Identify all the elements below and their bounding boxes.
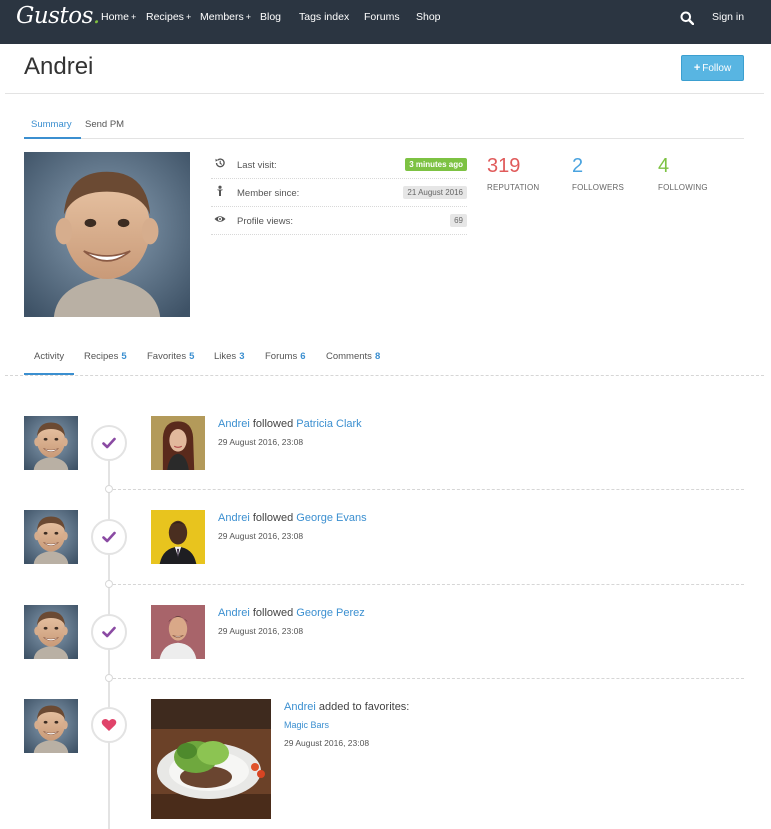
timeline-marker xyxy=(91,425,127,461)
nav-item-recipes[interactable]: Recipes + xyxy=(146,11,191,23)
target-link[interactable]: Magic Bars xyxy=(284,720,329,730)
following-label[interactable]: FOLLOWING xyxy=(658,183,708,192)
patricia-clark-avatar[interactable] xyxy=(151,416,205,470)
timeline-date: 29 August 2016, 23:08 xyxy=(218,626,304,636)
tab-forums[interactable]: Forums 6 xyxy=(265,351,306,362)
person-icon xyxy=(217,185,223,196)
info-label: Profile views: xyxy=(237,216,293,227)
timeline-date: 29 August 2016, 23:08 xyxy=(218,531,304,541)
target-link[interactable]: George Perez xyxy=(296,607,364,619)
timeline-text: Andrei added to favorites: xyxy=(284,701,410,713)
george-perez-avatar[interactable] xyxy=(151,605,205,659)
tab-likes[interactable]: Likes 3 xyxy=(214,351,244,362)
followers-value[interactable]: 2 xyxy=(572,155,583,178)
actor-link[interactable]: Andrei xyxy=(218,512,250,524)
tab-send-pm[interactable]: Send PM xyxy=(85,119,124,130)
reputation-label: REPUTATION xyxy=(487,183,540,192)
actor-link[interactable]: Andrei xyxy=(218,418,250,430)
timeline-marker xyxy=(91,707,127,743)
header-divider xyxy=(5,93,764,94)
timeline-avatar[interactable] xyxy=(24,605,78,659)
subtab-divider xyxy=(24,138,744,139)
timeline-date: 29 August 2016, 23:08 xyxy=(218,437,304,447)
reputation-value: 319 xyxy=(487,155,521,177)
history-icon xyxy=(215,158,225,168)
timeline-separator xyxy=(113,584,744,585)
tab-favorites[interactable]: Favorites 5 xyxy=(147,351,194,362)
info-label: Last visit: xyxy=(237,160,277,171)
profile-photo xyxy=(24,152,190,317)
check-icon xyxy=(102,531,116,543)
heart-icon xyxy=(101,719,117,731)
info-row-member-since: Member since: 21 August 2016 xyxy=(211,180,467,207)
timeline-separator xyxy=(113,489,744,490)
check-icon xyxy=(102,626,116,638)
nav-item-members[interactable]: Members + xyxy=(200,11,251,23)
magic-bars-image[interactable] xyxy=(151,699,271,819)
actor-link[interactable]: Andrei xyxy=(218,607,250,619)
timeline-avatar[interactable] xyxy=(24,510,78,564)
info-row-profile-views: Profile views: 69 xyxy=(211,208,467,235)
last-visit-badge: 3 minutes ago xyxy=(405,158,467,171)
timeline-dot xyxy=(105,674,113,682)
following-value[interactable]: 4 xyxy=(658,155,669,178)
target-link[interactable]: George Evans xyxy=(296,512,366,524)
site-logo[interactable]: Gustos. xyxy=(16,3,100,29)
timeline-avatar[interactable] xyxy=(24,416,78,470)
tab-summary[interactable]: Summary xyxy=(31,119,72,130)
timeline-date: 29 August 2016, 23:08 xyxy=(284,738,370,748)
timeline-text: Andrei followed Patricia Clark xyxy=(218,418,362,430)
nav-item-home[interactable]: Home + xyxy=(101,11,136,23)
follow-button[interactable]: + Follow xyxy=(681,55,744,81)
top-navbar: Gustos. Home + Recipes + Members + Blog Tag… xyxy=(0,0,771,44)
nav-item-forums[interactable]: Forums xyxy=(364,11,400,23)
timeline-text: Andrei followed George Perez xyxy=(218,607,365,619)
timeline-text: Andrei followed George Evans xyxy=(218,512,367,524)
check-icon xyxy=(102,437,116,449)
search-icon[interactable] xyxy=(680,11,694,25)
active-tab-indicator xyxy=(24,137,81,139)
eye-icon xyxy=(214,216,226,222)
timeline-separator xyxy=(113,678,744,679)
timeline-dot xyxy=(105,580,113,588)
nav-item-shop[interactable]: Shop xyxy=(416,11,441,23)
sign-in-link[interactable]: Sign in xyxy=(712,11,744,23)
timeline-marker xyxy=(91,614,127,650)
tab-comments[interactable]: Comments 8 xyxy=(326,351,380,362)
target-link[interactable]: Patricia Clark xyxy=(296,418,361,430)
actor-link[interactable]: Andrei xyxy=(284,701,316,713)
tab-recipes[interactable]: Recipes 5 xyxy=(84,351,127,362)
timeline-avatar[interactable] xyxy=(24,699,78,753)
nav-item-blog[interactable]: Blog xyxy=(260,11,281,23)
followers-label[interactable]: FOLLOWERS xyxy=(572,183,624,192)
activity-tabs-divider xyxy=(5,375,764,376)
tab-activity[interactable]: Activity xyxy=(34,351,64,362)
active-tab-indicator xyxy=(24,373,74,375)
page-title: Andrei xyxy=(24,53,94,80)
george-evans-avatar[interactable] xyxy=(151,510,205,564)
info-label: Member since: xyxy=(237,188,300,199)
timeline-dot xyxy=(105,485,113,493)
member-since-badge: 21 August 2016 xyxy=(403,186,467,199)
profile-views-badge: 69 xyxy=(450,214,467,227)
info-row-last-visit: Last visit: 3 minutes ago xyxy=(211,152,467,179)
timeline-marker xyxy=(91,519,127,555)
nav-item-tags-index[interactable]: Tags index xyxy=(299,11,349,23)
